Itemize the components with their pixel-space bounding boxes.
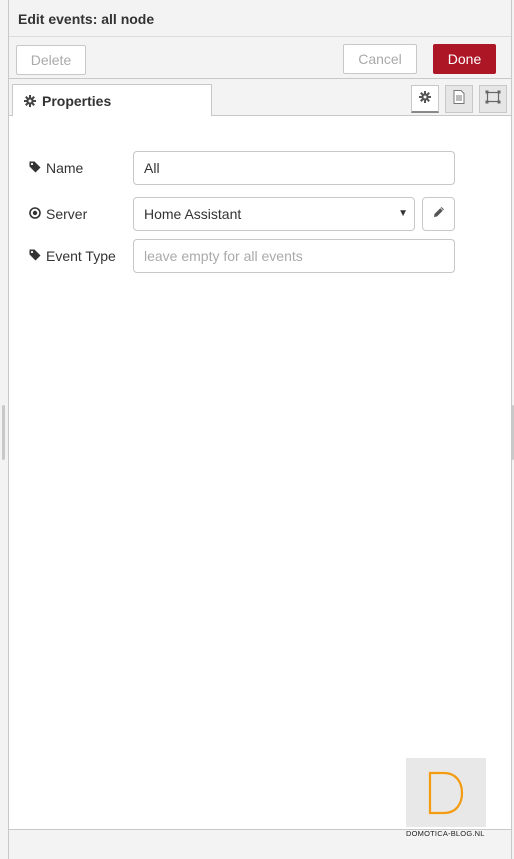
edit-server-button[interactable]: [422, 197, 455, 231]
tabs-bar: Properties: [9, 79, 511, 116]
delete-button[interactable]: Delete: [16, 45, 86, 75]
tray-header: Edit events: all node: [9, 0, 511, 37]
form-row-name: Name: [9, 151, 511, 185]
edit-tray: Edit events: all node Delete Cancel Done: [8, 0, 512, 859]
gear-icon: [419, 90, 431, 108]
logo-letter-d-icon: [428, 771, 464, 814]
server-selected-value: Home Assistant: [144, 206, 242, 222]
file-text-icon: [453, 89, 465, 109]
tab-settings[interactable]: [411, 85, 439, 113]
watermark-caption: DOMOTICA-BLOG.NL: [406, 829, 485, 838]
gear-icon: [24, 94, 36, 107]
done-button[interactable]: Done: [433, 44, 496, 74]
name-label: Name: [29, 151, 83, 185]
tag-icon: [29, 160, 46, 176]
appearance-icon: [485, 90, 501, 109]
tab-properties[interactable]: Properties: [12, 84, 212, 116]
tab-appearance[interactable]: [479, 85, 507, 113]
server-select[interactable]: Home Assistant ▼: [133, 197, 415, 231]
form-row-event-type: Event Type: [9, 239, 511, 273]
caret-down-icon: ▼: [398, 208, 408, 219]
tab-description[interactable]: [445, 85, 473, 113]
cancel-button[interactable]: Cancel: [343, 44, 417, 74]
dot-circle-icon: [29, 206, 46, 222]
tab-properties-label: Properties: [42, 92, 112, 109]
name-input[interactable]: [133, 151, 455, 185]
tag-icon: [29, 248, 46, 264]
server-label: Server: [29, 197, 87, 231]
pencil-icon: [433, 205, 445, 223]
form-row-server: Server Home Assistant ▼: [9, 197, 511, 231]
left-resize-handle[interactable]: [2, 405, 5, 460]
domotica-blog-logo: [406, 758, 486, 827]
tray-toolbar: Delete Cancel Done: [9, 37, 511, 79]
event-type-input[interactable]: [133, 239, 455, 273]
event-type-label: Event Type: [29, 239, 116, 273]
tray-title: Edit events: all node: [18, 11, 155, 27]
